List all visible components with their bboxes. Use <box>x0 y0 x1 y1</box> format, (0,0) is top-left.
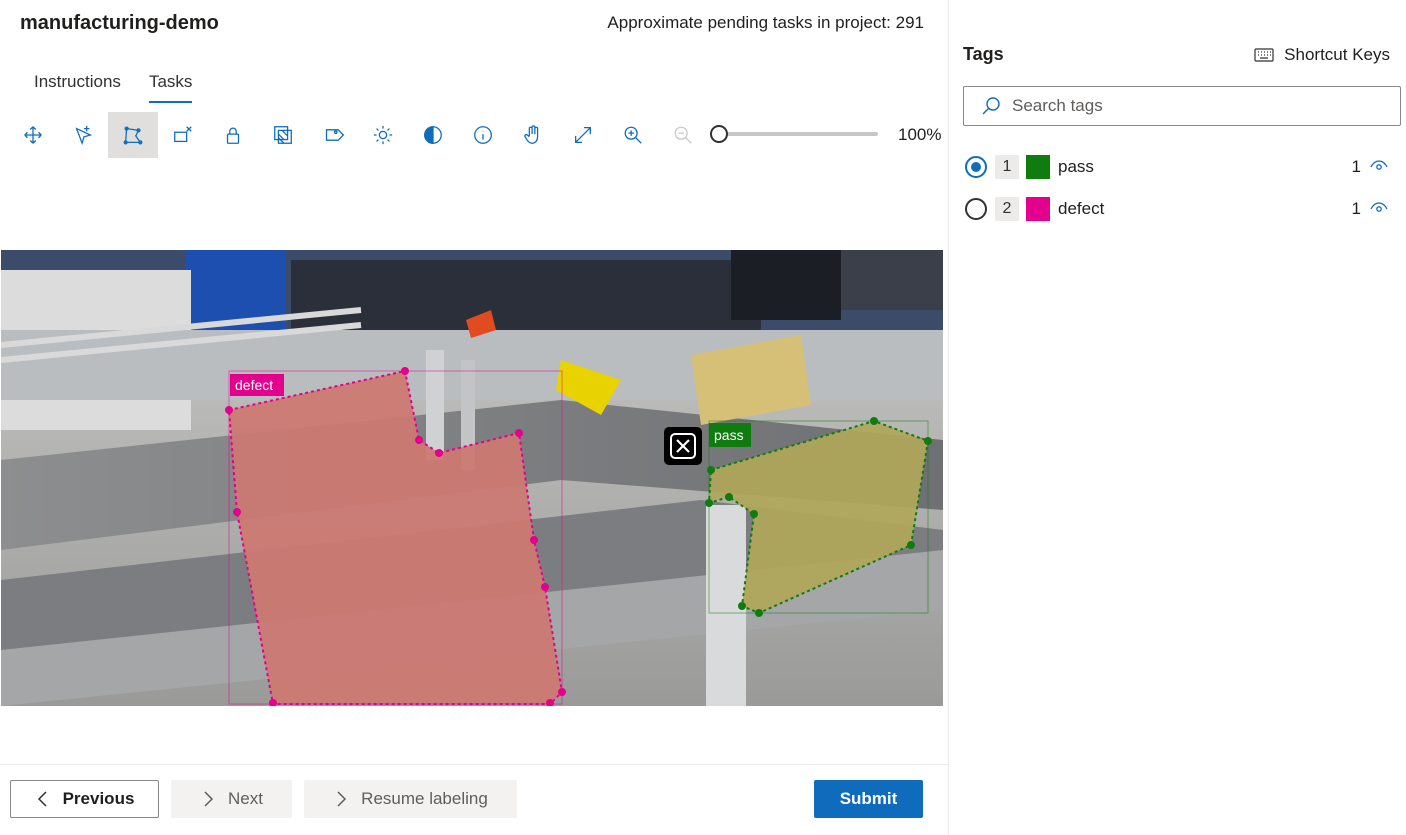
next-button[interactable]: Next <box>171 780 292 818</box>
defect-vertex[interactable] <box>515 429 523 437</box>
pass-vertex[interactable] <box>870 417 878 425</box>
select-icon[interactable] <box>58 112 108 158</box>
zoom-out-icon[interactable] <box>658 112 708 158</box>
tab-bar: Instructions Tasks <box>20 66 206 103</box>
defect-vertex[interactable] <box>415 436 423 444</box>
pass-vertex[interactable] <box>725 493 733 501</box>
footer-divider <box>0 764 948 765</box>
delete-region-button[interactable] <box>664 427 702 465</box>
defect-vertex[interactable] <box>435 449 443 457</box>
scene-monitor <box>731 250 841 320</box>
image-canvas[interactable]: defect pass <box>1 250 943 706</box>
pass-region-label: pass <box>714 427 744 443</box>
tab-tasks[interactable]: Tasks <box>135 66 206 103</box>
project-title: manufacturing-demo <box>20 12 219 34</box>
region-copy-icon[interactable] <box>258 112 308 158</box>
defect-vertex[interactable] <box>541 583 549 591</box>
resume-labeling-label: Resume labeling <box>361 789 488 808</box>
pass-vertex[interactable] <box>750 510 758 518</box>
tags-panel: Tags Shortcut Keys 1 pass 1 2 defect 1 <box>949 0 1406 835</box>
search-tags-input[interactable] <box>1010 95 1394 117</box>
defect-region-label: defect <box>235 377 273 393</box>
tag-color-swatch <box>1026 197 1050 221</box>
tag-row-pass[interactable]: 1 pass 1 <box>965 152 1397 182</box>
fit-expand-icon[interactable] <box>558 112 608 158</box>
tag-name: pass <box>1058 157 1094 176</box>
lock-icon[interactable] <box>208 112 258 158</box>
chevron-right-icon <box>204 791 214 807</box>
tag-name: defect <box>1058 199 1105 218</box>
pan-hand-icon[interactable] <box>508 112 558 158</box>
pass-vertex[interactable] <box>738 602 746 610</box>
tab-instructions[interactable]: Instructions <box>20 66 135 103</box>
tag-count: 1 <box>1351 157 1361 176</box>
search-tags-box[interactable] <box>963 86 1401 126</box>
zoom-in-icon[interactable] <box>608 112 658 158</box>
scene-post <box>426 350 444 460</box>
tag-icon[interactable] <box>308 112 358 158</box>
brightness-icon[interactable] <box>358 112 408 158</box>
tag-count: 1 <box>1351 199 1361 218</box>
labeling-workspace: manufacturing-demo Approximate pending t… <box>0 0 948 835</box>
tag-color-swatch <box>1026 155 1050 179</box>
info-icon[interactable] <box>458 112 508 158</box>
defect-vertex[interactable] <box>558 688 566 696</box>
defect-vertex[interactable] <box>401 367 409 375</box>
tags-title: Tags <box>963 44 1004 64</box>
previous-button[interactable]: Previous <box>10 780 159 818</box>
next-button-label: Next <box>228 789 263 808</box>
resume-labeling-button[interactable]: Resume labeling <box>304 780 517 818</box>
pass-vertex[interactable] <box>707 466 715 474</box>
contrast-icon[interactable] <box>408 112 458 158</box>
defect-vertex[interactable] <box>233 508 241 516</box>
submit-button[interactable]: Submit <box>814 780 923 818</box>
shortcut-keys-button[interactable]: Shortcut Keys <box>1254 45 1390 65</box>
tag-row-defect[interactable]: 2 defect 1 <box>965 194 1397 224</box>
eye-icon[interactable] <box>1369 159 1389 173</box>
eye-icon[interactable] <box>1369 201 1389 215</box>
zoom-slider[interactable] <box>710 125 878 143</box>
zoom-slider-thumb[interactable] <box>710 125 728 143</box>
annotation-toolbar <box>8 112 708 158</box>
pass-vertex[interactable] <box>755 609 763 617</box>
defect-vertex[interactable] <box>530 536 538 544</box>
search-icon <box>982 97 1000 115</box>
pass-vertex[interactable] <box>907 541 915 549</box>
tag-number: 1 <box>995 155 1019 179</box>
zoom-slider-track <box>718 132 878 136</box>
previous-button-label: Previous <box>62 789 135 808</box>
tag-radio-defect[interactable] <box>965 198 987 220</box>
chevron-left-icon <box>37 791 47 807</box>
tag-number: 2 <box>995 197 1019 221</box>
keyboard-icon <box>1254 48 1274 62</box>
pending-tasks-text: Approximate pending tasks in project: 29… <box>607 13 924 32</box>
zoom-value: 100% <box>898 125 942 144</box>
labeled-image[interactable]: defect pass <box>1 250 943 706</box>
polygon-icon[interactable] <box>108 112 158 158</box>
pass-vertex[interactable] <box>705 499 713 507</box>
scene-right-shelf <box>841 250 943 310</box>
scene-shelves <box>291 260 761 330</box>
defect-vertex[interactable] <box>225 406 233 414</box>
move-icon[interactable] <box>8 112 58 158</box>
shortcut-keys-label: Shortcut Keys <box>1284 45 1390 64</box>
pass-vertex[interactable] <box>924 437 932 445</box>
tag-radio-pass[interactable] <box>965 156 987 178</box>
delete-region-icon[interactable] <box>158 112 208 158</box>
chevron-right-icon <box>337 791 347 807</box>
